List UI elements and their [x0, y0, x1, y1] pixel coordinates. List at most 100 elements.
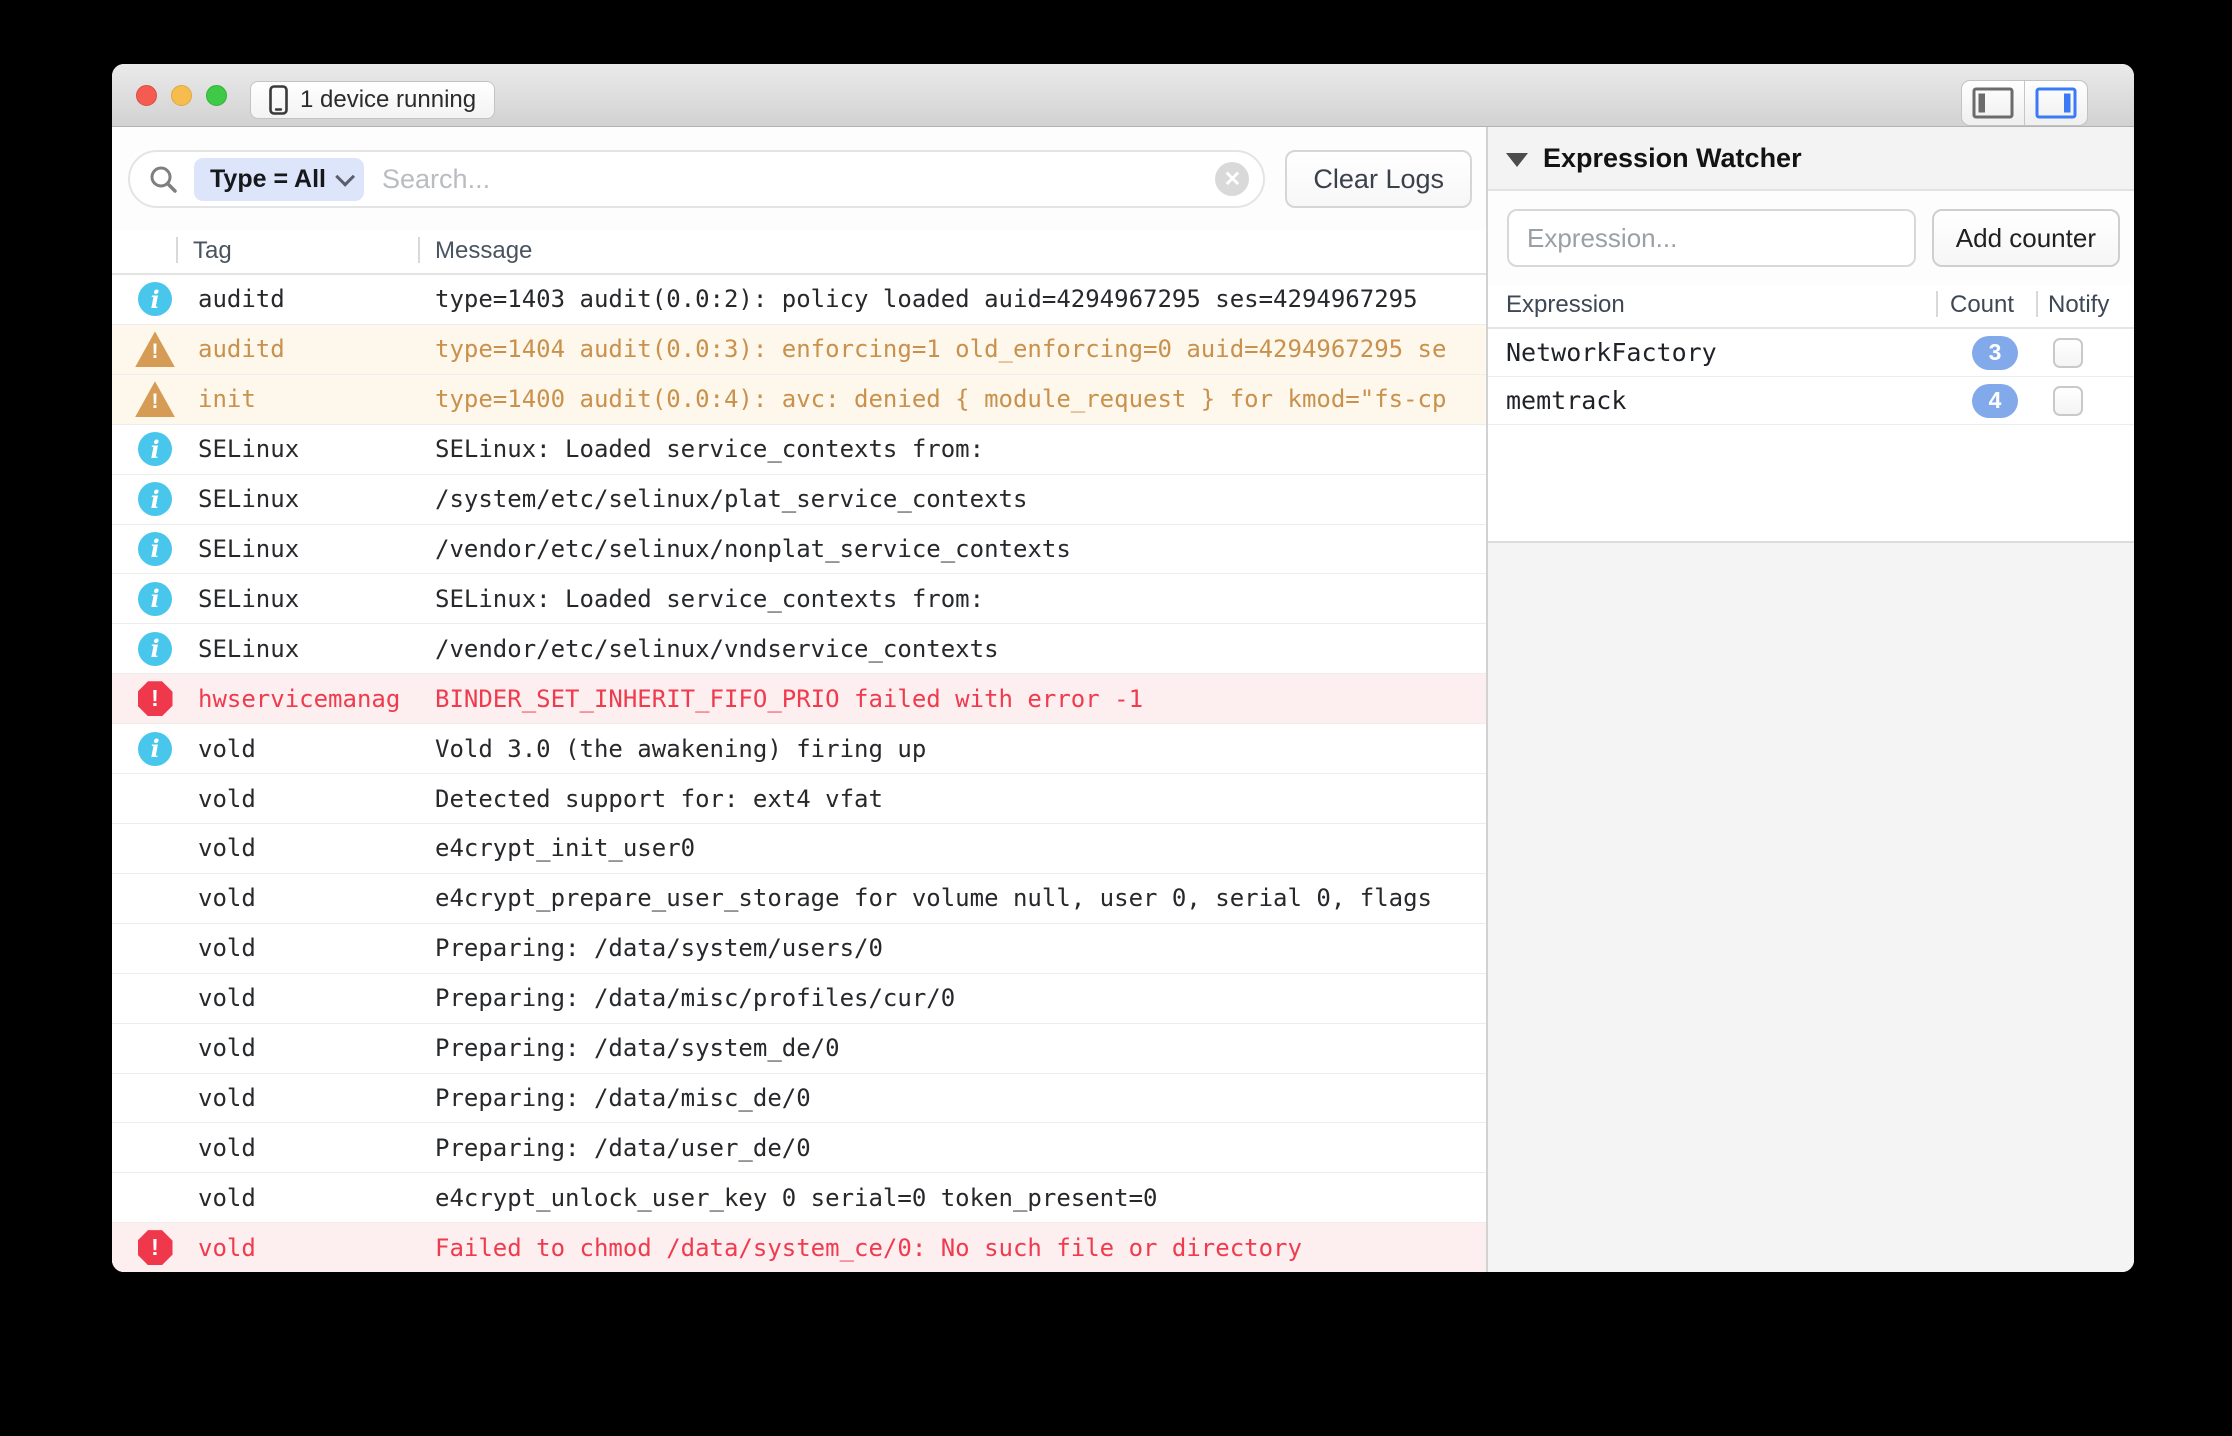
- column-divider: [2036, 291, 2038, 317]
- log-message: /system/etc/selinux/plat_service_context…: [435, 485, 1486, 513]
- expression-column-header[interactable]: Expression: [1506, 291, 1625, 319]
- log-message: /vendor/etc/selinux/vndservice_contexts: [435, 635, 1486, 663]
- expression-watcher-panel: Expression Watcher Add counter Expressio…: [1488, 127, 2134, 1272]
- window-controls: [136, 85, 227, 106]
- log-message: Preparing: /data/system/users/0: [435, 934, 1486, 962]
- log-message: BINDER_SET_INHERIT_FIFO_PRIO failed with…: [435, 685, 1486, 713]
- log-toolbar: Type = All ✕ Clear Logs: [112, 127, 1486, 231]
- log-rows: iauditdtype=1403 audit(0.0:2): policy lo…: [112, 275, 1486, 1272]
- close-window-button[interactable]: [136, 85, 157, 106]
- notify-column-header[interactable]: Notify: [2048, 291, 2109, 319]
- window-content: Type = All ✕ Clear Logs Tag Message iaud…: [112, 127, 2134, 1272]
- clear-search-icon[interactable]: ✕: [1215, 162, 1249, 196]
- minimize-window-button[interactable]: [171, 85, 192, 106]
- count-badge: 4: [1972, 384, 2018, 418]
- log-row[interactable]: volde4crypt_prepare_user_storage for vol…: [112, 874, 1486, 924]
- log-tag: SELinux: [198, 635, 435, 663]
- tag-column-header[interactable]: Tag: [193, 237, 232, 265]
- warning-icon: !: [135, 381, 175, 417]
- disclosure-triangle-icon[interactable]: [1506, 153, 1528, 167]
- log-message: e4crypt_prepare_user_storage for volume …: [435, 884, 1486, 912]
- log-level-cell: !: [112, 1230, 198, 1265]
- type-filter-chip[interactable]: Type = All: [194, 158, 364, 201]
- zoom-window-button[interactable]: [206, 85, 227, 106]
- column-divider: [418, 237, 420, 263]
- log-row[interactable]: volde4crypt_init_user0: [112, 824, 1486, 874]
- phone-icon: [269, 85, 288, 115]
- log-row[interactable]: voldDetected support for: ext4 vfat: [112, 774, 1486, 824]
- log-row[interactable]: ivoldVold 3.0 (the awakening) firing up: [112, 724, 1486, 774]
- log-message: Preparing: /data/misc/profiles/cur/0: [435, 984, 1486, 1012]
- watcher-empty-area: [1488, 425, 2134, 541]
- notify-checkbox[interactable]: [2053, 338, 2083, 368]
- log-tag: SELinux: [198, 585, 435, 613]
- log-message: SELinux: Loaded service_contexts from:: [435, 585, 1486, 613]
- notify-checkbox[interactable]: [2053, 386, 2083, 416]
- log-row[interactable]: voldPreparing: /data/system/users/0: [112, 924, 1486, 974]
- log-tag: init: [198, 385, 435, 413]
- log-message: type=1404 audit(0.0:3): enforcing=1 old_…: [435, 335, 1486, 363]
- log-row[interactable]: iSELinux/vendor/etc/selinux/vndservice_c…: [112, 624, 1486, 674]
- info-icon: i: [138, 532, 172, 566]
- watcher-row[interactable]: NetworkFactory3: [1488, 329, 2134, 377]
- watcher-table-header: Expression Count Notify: [1488, 285, 2134, 329]
- log-tag: auditd: [198, 335, 435, 363]
- log-message: type=1400 audit(0.0:4): avc: denied { mo…: [435, 385, 1486, 413]
- watcher-rows: NetworkFactory3 memtrack 4: [1488, 329, 2134, 425]
- watcher-title: Expression Watcher: [1543, 143, 1802, 174]
- log-message: Preparing: /data/misc_de/0: [435, 1084, 1486, 1112]
- log-tag: vold: [198, 1184, 435, 1212]
- log-tag: vold: [198, 834, 435, 862]
- log-tag: vold: [198, 785, 435, 813]
- log-row[interactable]: ! inittype=1400 audit(0.0:4): avc: denied…: [112, 375, 1486, 425]
- watcher-row[interactable]: memtrack 4: [1488, 377, 2134, 425]
- log-level-cell: i: [112, 732, 198, 766]
- count-column-header[interactable]: Count: [1950, 291, 2014, 319]
- log-row[interactable]: iSELinuxSELinux: Loaded service_contexts…: [112, 574, 1486, 624]
- error-icon: !: [138, 1230, 173, 1265]
- log-message: Detected support for: ext4 vfat: [435, 785, 1486, 813]
- watcher-header[interactable]: Expression Watcher: [1488, 127, 2134, 191]
- log-row[interactable]: voldPreparing: /data/misc/profiles/cur/0: [112, 974, 1486, 1024]
- desktop-background: { "titlebar": { "device_status": "1 devi…: [0, 0, 2232, 1436]
- log-message: e4crypt_unlock_user_key 0 serial=0 token…: [435, 1184, 1486, 1212]
- device-status-button[interactable]: 1 device running: [250, 81, 495, 119]
- expression-input[interactable]: [1507, 209, 1916, 267]
- message-column-header[interactable]: Message: [435, 237, 532, 265]
- log-level-cell: i: [112, 532, 198, 566]
- log-tag: vold: [198, 1134, 435, 1162]
- log-row[interactable]: iSELinux/vendor/etc/selinux/nonplat_serv…: [112, 525, 1486, 575]
- log-message: Preparing: /data/system_de/0: [435, 1034, 1486, 1062]
- log-row[interactable]: !auditdtype=1404 audit(0.0:3): enforcing…: [112, 325, 1486, 375]
- search-input[interactable]: [380, 163, 1199, 196]
- log-row[interactable]: voldPreparing: /data/user_de/0: [112, 1123, 1486, 1173]
- log-row[interactable]: voldPreparing: /data/system_de/0: [112, 1024, 1486, 1074]
- log-tag: SELinux: [198, 435, 435, 463]
- right-panel-icon: [2035, 87, 2077, 119]
- log-row[interactable]: !hwservicemanagBINDER_SET_INHERIT_FIFO_P…: [112, 674, 1486, 724]
- log-level-cell: i: [112, 432, 198, 466]
- log-row[interactable]: voldPreparing: /data/misc_de/0: [112, 1074, 1486, 1124]
- log-level-cell: i: [112, 582, 198, 616]
- log-tag: vold: [198, 1034, 435, 1062]
- log-row[interactable]: volde4crypt_unlock_user_key 0 serial=0 t…: [112, 1173, 1486, 1223]
- log-panel: Type = All ✕ Clear Logs Tag Message iaud…: [112, 127, 1488, 1272]
- log-level-cell: !: [112, 681, 198, 716]
- chevron-down-icon: [335, 167, 355, 187]
- watched-expression: memtrack: [1506, 386, 1626, 415]
- log-row[interactable]: iSELinuxSELinux: Loaded service_contexts…: [112, 425, 1486, 475]
- log-message: Preparing: /data/user_de/0: [435, 1134, 1486, 1162]
- device-status-label: 1 device running: [300, 86, 476, 114]
- search-field[interactable]: Type = All ✕: [128, 150, 1265, 208]
- clear-logs-button[interactable]: Clear Logs: [1285, 150, 1472, 208]
- log-row[interactable]: !voldFailed to chmod /data/system_ce/0: …: [112, 1223, 1486, 1272]
- log-row[interactable]: iauditdtype=1403 audit(0.0:2): policy lo…: [112, 275, 1486, 325]
- log-level-cell: i: [112, 632, 198, 666]
- add-counter-button[interactable]: Add counter: [1932, 209, 2120, 267]
- toggle-right-panel-button[interactable]: [2024, 81, 2087, 125]
- log-tag: SELinux: [198, 485, 435, 513]
- watcher-input-row: Add counter: [1488, 191, 2134, 285]
- log-row[interactable]: iSELinux/system/etc/selinux/plat_service…: [112, 475, 1486, 525]
- log-tag: vold: [198, 934, 435, 962]
- toggle-left-panel-button[interactable]: [1962, 81, 2024, 125]
